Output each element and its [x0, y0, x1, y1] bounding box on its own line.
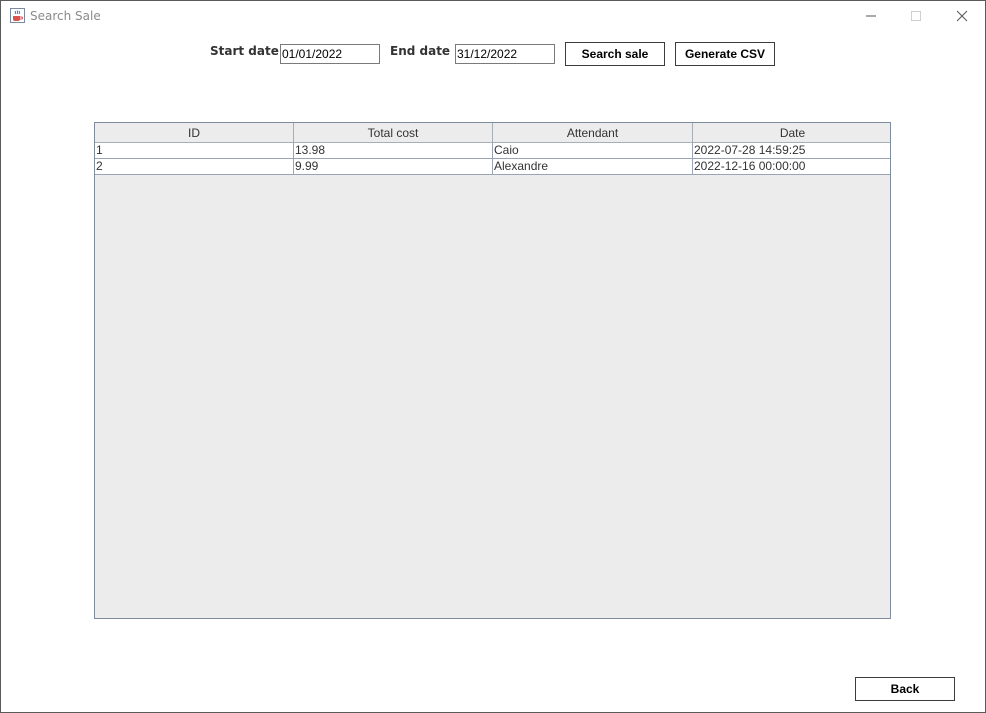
back-button[interactable]: Back	[855, 677, 955, 701]
cell-attendant[interactable]: Caio	[493, 143, 693, 159]
window-title: Search Sale	[30, 9, 101, 23]
maximize-button[interactable]	[893, 1, 939, 31]
table-row[interactable]: 1 13.98 Caio 2022-07-28 14:59:25	[95, 143, 890, 159]
start-date-label: Start date	[210, 44, 279, 58]
column-header-date[interactable]: Date	[693, 123, 890, 143]
end-date-field[interactable]	[455, 44, 555, 64]
cell-date[interactable]: 2022-12-16 00:00:00	[693, 159, 890, 175]
cell-id[interactable]: 1	[95, 143, 294, 159]
title-bar: Search Sale	[1, 1, 985, 31]
minimize-button[interactable]	[848, 1, 894, 31]
table-header: ID Total cost Attendant Date	[95, 123, 890, 143]
minimize-icon	[866, 15, 876, 17]
cell-id[interactable]: 2	[95, 159, 294, 175]
column-header-attendant[interactable]: Attendant	[493, 123, 693, 143]
cell-date[interactable]: 2022-07-28 14:59:25	[693, 143, 890, 159]
column-header-id[interactable]: ID	[95, 123, 294, 143]
cell-attendant[interactable]: Alexandre	[493, 159, 693, 175]
table-row[interactable]: 2 9.99 Alexandre 2022-12-16 00:00:00	[95, 159, 890, 175]
end-date-label: End date	[390, 44, 451, 58]
generate-csv-button[interactable]: Generate CSV	[675, 42, 775, 66]
column-header-total-cost[interactable]: Total cost	[294, 123, 493, 143]
table-body: 1 13.98 Caio 2022-07-28 14:59:25 2 9.99 …	[95, 143, 890, 175]
maximize-icon	[911, 11, 921, 21]
search-sale-button[interactable]: Search sale	[565, 42, 665, 66]
search-sale-window: Search Sale Start date End date Search s…	[0, 0, 986, 713]
cell-total-cost[interactable]: 9.99	[294, 159, 493, 175]
java-cup-icon	[10, 8, 25, 23]
close-icon	[956, 10, 968, 22]
sales-table[interactable]: ID Total cost Attendant Date 1 13.98 Cai…	[94, 122, 891, 619]
cell-total-cost[interactable]: 13.98	[294, 143, 493, 159]
close-button[interactable]	[939, 1, 985, 31]
start-date-field[interactable]	[280, 44, 380, 64]
